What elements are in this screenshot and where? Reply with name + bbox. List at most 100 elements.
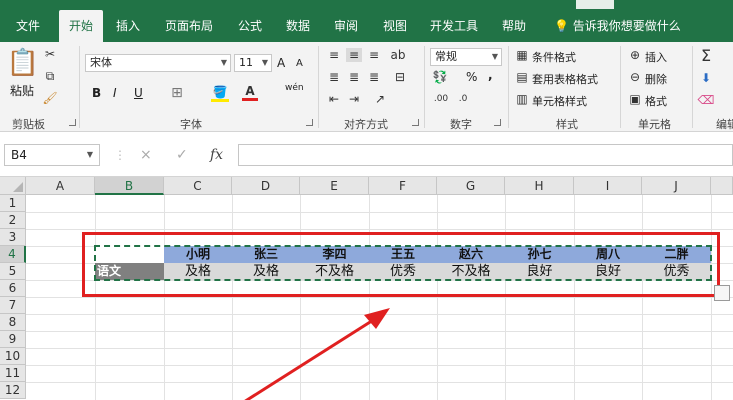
formula-bar-grip-icon: ⋮: [114, 148, 126, 162]
chevron-down-icon: ▼: [261, 58, 268, 67]
shrink-font-button[interactable]: A: [296, 58, 303, 69]
italic-button[interactable]: I: [113, 86, 117, 100]
font-launcher-icon[interactable]: [306, 119, 313, 126]
bottom-align-icon[interactable]: ≡: [366, 48, 382, 62]
format-cells-button[interactable]: 格式: [645, 93, 667, 109]
arrow-head: [364, 308, 390, 329]
font-color-icon[interactable]: A: [242, 83, 258, 101]
clear-icon[interactable]: ⌫: [698, 92, 715, 108]
number-format-select[interactable]: 常规 ▼: [430, 48, 502, 66]
tab-view[interactable]: 视图: [383, 10, 407, 42]
borders-icon[interactable]: ⊞: [168, 84, 186, 102]
increase-decimal-icon[interactable]: .00: [432, 92, 450, 106]
align-center-icon[interactable]: ≣: [346, 70, 362, 84]
tab-home[interactable]: 开始: [59, 10, 104, 42]
autosum-icon[interactable]: Σ: [698, 46, 714, 65]
cancel-icon[interactable]: ×: [140, 144, 152, 166]
font-size-select[interactable]: 11 ▼: [234, 54, 272, 72]
group-separator: [318, 46, 319, 128]
comma-style-button[interactable]: ,: [488, 68, 493, 82]
orientation-icon[interactable]: ↗: [372, 92, 388, 106]
cells-group-label: 单元格: [638, 118, 671, 131]
tell-me-text: 告诉我你想要做什么: [572, 19, 681, 33]
tell-me-search[interactable]: 💡 告诉我你想要做什么: [554, 10, 681, 42]
phonetic-guide-button[interactable]: wén: [285, 83, 304, 93]
group-separator: [79, 46, 80, 128]
format-as-table-icon[interactable]: ▤: [515, 70, 529, 84]
editing-group-label: 编辑: [716, 118, 733, 131]
chevron-down-icon: ▼: [220, 58, 227, 67]
fill-color-icon[interactable]: 🪣: [211, 84, 229, 102]
chevron-down-icon: ▼: [491, 52, 498, 61]
group-separator: [424, 46, 425, 128]
chevron-down-icon: ▼: [86, 150, 93, 159]
tab-help[interactable]: 帮助: [502, 10, 526, 42]
number-launcher-icon[interactable]: [494, 119, 501, 126]
clipboard-group-label: 剪贴板: [12, 118, 45, 131]
paste-button[interactable]: 粘贴: [10, 82, 34, 99]
tab-page-layout[interactable]: 页面布局: [165, 10, 213, 42]
tab-insert[interactable]: 插入: [116, 10, 140, 42]
font-size-value: 11: [239, 56, 253, 69]
bold-button[interactable]: B: [92, 86, 101, 100]
number-format-value: 常规: [435, 50, 457, 63]
cell-styles-icon[interactable]: ▥: [515, 92, 529, 106]
worksheet-grid[interactable]: A B C D E F G H I J 1 2 3 4 5 6 7 8 9 10…: [0, 177, 733, 400]
conditional-format-icon[interactable]: ▦: [515, 48, 529, 62]
tab-review[interactable]: 审阅: [334, 10, 358, 42]
font-group-label: 字体: [180, 118, 202, 131]
formula-input[interactable]: [238, 144, 733, 166]
cell-styles-button[interactable]: 单元格样式: [532, 93, 587, 109]
tab-formulas[interactable]: 公式: [238, 10, 262, 42]
login-button[interactable]: [576, 0, 614, 9]
delete-cells-icon[interactable]: ⊖: [628, 70, 642, 84]
format-as-table-button[interactable]: 套用表格格式: [532, 71, 598, 87]
clipboard-launcher-icon[interactable]: [69, 119, 76, 126]
underline-button[interactable]: U: [134, 86, 143, 100]
insert-function-icon[interactable]: fx: [210, 144, 223, 166]
arrow-shaft: [244, 315, 379, 400]
decrease-decimal-icon[interactable]: .0: [454, 92, 472, 106]
ribbon-tabs: 文件 开始 插入 页面布局 公式 数据 审阅 视图 开发工具 帮助 💡 告诉我你…: [0, 10, 733, 42]
paste-icon[interactable]: 📋: [7, 48, 39, 78]
styles-group-label: 样式: [556, 118, 578, 131]
accounting-format-icon[interactable]: 💱: [432, 70, 448, 84]
font-name-value: 宋体: [90, 56, 112, 69]
align-right-icon[interactable]: ≣: [366, 70, 382, 84]
group-separator: [508, 46, 509, 128]
group-separator: [692, 46, 693, 128]
name-box[interactable]: B4 ▼: [4, 144, 100, 166]
number-group-label: 数字: [450, 118, 472, 131]
title-bar: [0, 0, 733, 10]
annotation-arrow: [244, 308, 390, 400]
ribbon-home: 📋 粘贴 ✂ ⧉ 🖌 剪贴板 宋体 ▼ 11 ▼ A A B I U ⊞ 🪣 A w…: [0, 42, 733, 132]
align-left-icon[interactable]: ≣: [326, 70, 342, 84]
decrease-indent-icon[interactable]: ⇤: [326, 92, 342, 106]
formula-bar: B4 ▼ ⋮ × ✓ fx: [0, 132, 733, 177]
alignment-group-label: 对齐方式: [344, 118, 388, 131]
enter-icon[interactable]: ✓: [176, 144, 188, 166]
top-align-icon[interactable]: ≡: [326, 48, 342, 62]
insert-cells-icon[interactable]: ⊕: [628, 48, 642, 62]
insert-cells-button[interactable]: 插入: [645, 49, 667, 65]
tab-file[interactable]: 文件: [16, 10, 40, 42]
conditional-format-button[interactable]: 条件格式: [532, 49, 576, 65]
format-painter-icon[interactable]: 🖌: [42, 90, 58, 106]
format-cells-icon[interactable]: ▣: [628, 92, 642, 106]
font-name-select[interactable]: 宋体 ▼: [85, 54, 231, 72]
wrap-text-icon[interactable]: ab: [390, 48, 406, 62]
group-separator: [620, 46, 621, 128]
delete-cells-button[interactable]: 删除: [645, 71, 667, 87]
tab-developer[interactable]: 开发工具: [430, 10, 478, 42]
merge-center-icon[interactable]: ⊟: [392, 70, 408, 84]
grow-font-button[interactable]: A: [277, 56, 285, 70]
tab-data[interactable]: 数据: [286, 10, 310, 42]
percent-style-button[interactable]: %: [466, 70, 477, 84]
fill-icon[interactable]: ⬇: [698, 70, 714, 86]
increase-indent-icon[interactable]: ⇥: [346, 92, 362, 106]
copy-icon[interactable]: ⧉: [42, 68, 58, 84]
lightbulb-icon: 💡: [554, 19, 569, 33]
middle-align-icon[interactable]: ≡: [346, 48, 362, 62]
alignment-launcher-icon[interactable]: [412, 119, 419, 126]
cut-icon[interactable]: ✂: [42, 46, 58, 62]
